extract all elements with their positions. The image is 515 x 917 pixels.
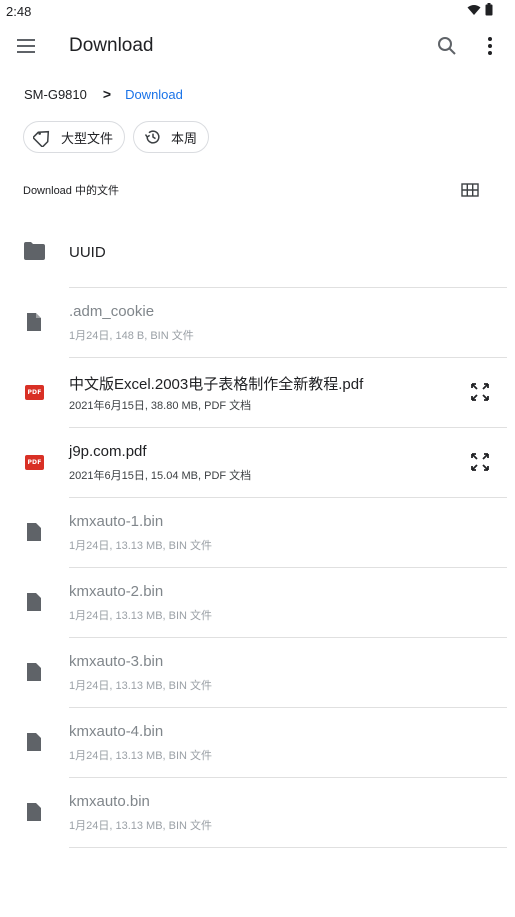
list-item[interactable]: PDF 中文版Excel.2003电子表格制作全新教程.pdf 2021年6月1…	[0, 357, 515, 427]
file-icon	[27, 523, 41, 541]
file-icon	[27, 733, 41, 751]
chevron-right-icon: >	[102, 86, 112, 102]
chip-large-files[interactable]: 大型文件	[23, 121, 126, 153]
file-name: j9p.com.pdf	[69, 443, 147, 460]
breadcrumb-root[interactable]: SM-G9810	[24, 87, 87, 102]
section-label: Download 中的文件	[23, 185, 119, 197]
list-item[interactable]: PDF j9p.com.pdf 2021年6月15日, 15.04 MB, PD…	[0, 427, 515, 497]
divider	[69, 497, 507, 498]
chip-this-week[interactable]: 本周	[133, 121, 210, 153]
file-name: kmxauto-3.bin	[69, 653, 164, 670]
folder-row[interactable]: UUID	[0, 218, 515, 286]
battery-icon	[485, 3, 493, 16]
file-meta: 1月24日, 13.13 MB, BIN 文件	[69, 750, 213, 762]
file-icon	[27, 803, 41, 821]
expand-icon[interactable]	[469, 451, 491, 473]
file-name: kmxauto.bin	[69, 793, 150, 810]
breadcrumb: SM-G9810 > Download	[24, 84, 183, 104]
file-meta: 2021年6月15日, 15.04 MB, PDF 文档	[69, 470, 252, 482]
wifi-icon	[467, 4, 481, 15]
divider	[69, 847, 507, 848]
file-name: 中文版Excel.2003电子表格制作全新教程.pdf	[69, 376, 364, 393]
list-item[interactable]: kmxauto-1.bin 1月24日, 13.13 MB, BIN 文件	[0, 497, 515, 567]
expand-icon[interactable]	[469, 381, 491, 403]
divider	[69, 567, 507, 568]
filter-chips: 大型文件 本周	[23, 121, 210, 153]
chip-label: 大型文件	[61, 130, 114, 146]
divider	[69, 777, 507, 778]
section-header: Download 中的文件	[23, 180, 493, 200]
status-bar: 2:48	[0, 0, 515, 24]
divider	[69, 287, 507, 288]
divider	[69, 427, 507, 428]
file-meta: 2021年6月15日, 38.80 MB, PDF 文档	[69, 400, 252, 412]
divider	[69, 707, 507, 708]
file-meta: 1月24日, 13.13 MB, BIN 文件	[69, 540, 213, 552]
file-icon	[27, 663, 41, 681]
grid-view-icon[interactable]	[460, 180, 480, 200]
file-name: kmxauto-1.bin	[69, 513, 164, 530]
label-icon	[33, 130, 50, 147]
app-bar: Download	[0, 26, 515, 66]
breadcrumb-current[interactable]: Download	[125, 87, 183, 102]
folder-name: UUID	[69, 244, 106, 261]
menu-icon[interactable]	[14, 34, 38, 58]
file-name: .adm_cookie	[69, 303, 155, 320]
file-meta: 1月24日, 148 B, BIN 文件	[69, 330, 194, 342]
status-time: 2:48	[6, 4, 32, 19]
file-name: kmxauto-4.bin	[69, 723, 164, 740]
file-meta: 1月24日, 13.13 MB, BIN 文件	[69, 610, 213, 622]
file-meta: 1月24日, 13.13 MB, BIN 文件	[69, 680, 213, 692]
list-item[interactable]: kmxauto-3.bin 1月24日, 13.13 MB, BIN 文件	[0, 637, 515, 707]
pdf-icon: PDF	[25, 385, 44, 400]
divider	[69, 357, 507, 358]
file-meta: 1月24日, 13.13 MB, BIN 文件	[69, 820, 213, 832]
history-icon	[144, 130, 160, 144]
file-name: kmxauto-2.bin	[69, 583, 164, 600]
page-title: Download	[69, 35, 154, 56]
chip-label: 本周	[171, 130, 198, 146]
list-item[interactable]: kmxauto.bin 1月24日, 13.13 MB, BIN 文件	[0, 777, 515, 847]
file-icon	[27, 593, 41, 611]
list-item[interactable]: kmxauto-4.bin 1月24日, 13.13 MB, BIN 文件	[0, 707, 515, 777]
file-icon	[27, 313, 41, 331]
divider	[69, 637, 507, 638]
list-item[interactable]: kmxauto-2.bin 1月24日, 13.13 MB, BIN 文件	[0, 567, 515, 637]
list-item[interactable]: .adm_cookie 1月24日, 148 B, BIN 文件	[0, 287, 515, 357]
search-icon[interactable]	[435, 34, 459, 58]
file-list: .adm_cookie 1月24日, 148 B, BIN 文件 PDF 中文版…	[0, 287, 515, 848]
more-vert-icon[interactable]	[478, 34, 502, 58]
pdf-icon: PDF	[25, 455, 44, 470]
folder-icon	[24, 242, 45, 260]
